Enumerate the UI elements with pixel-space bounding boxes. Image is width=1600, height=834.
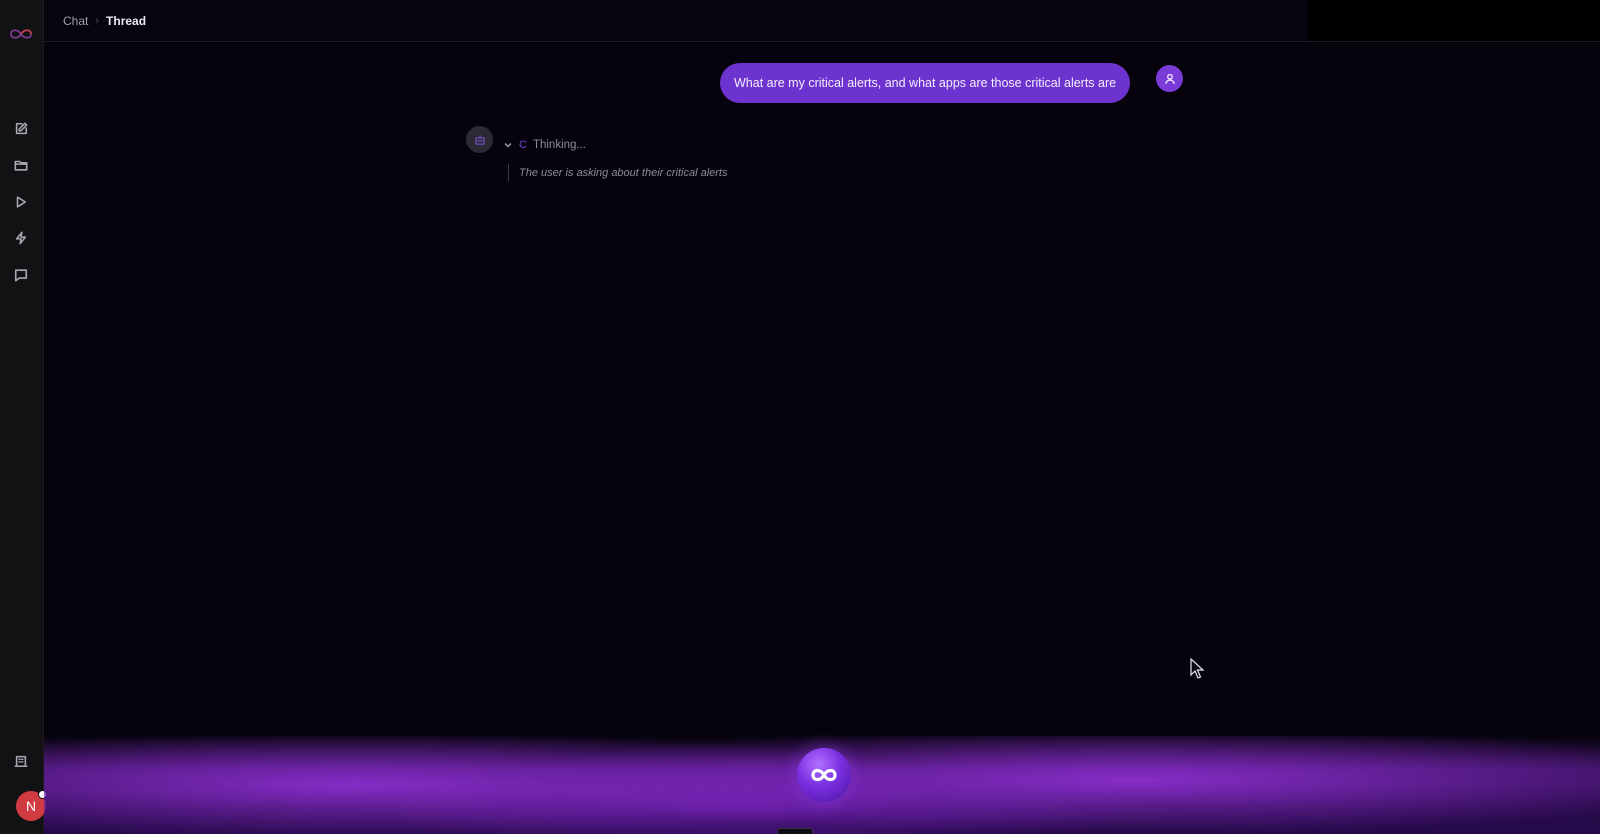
thinking-text: The user is asking about their critical … [519, 166, 728, 179]
chevron-down-icon [504, 142, 512, 148]
infinity-icon [811, 768, 837, 782]
header-corner-panel [1308, 0, 1600, 41]
sidebar: N [0, 0, 47, 834]
thinking-content: The user is asking about their critical … [508, 164, 727, 181]
app-window: N Chat › Thread What are my critical ale… [0, 0, 1600, 834]
user-message-bubble: What are my critical alerts, and what ap… [720, 63, 1131, 103]
play-icon[interactable] [12, 193, 30, 211]
mouse-cursor-icon [1190, 658, 1205, 679]
bottom-panel-handle[interactable] [777, 828, 813, 834]
user-message-text: What are my critical alerts, and what ap… [734, 76, 1117, 90]
message-icon[interactable] [12, 266, 30, 284]
user-avatar-button[interactable]: N [16, 790, 47, 821]
building-icon[interactable] [12, 752, 30, 770]
assistant-orb-button[interactable] [797, 748, 851, 802]
folder-icon[interactable] [12, 156, 30, 174]
breadcrumb: Chat › Thread [63, 14, 146, 28]
infinity-logo-icon[interactable] [7, 26, 35, 42]
loading-spinner-icon: C [519, 139, 527, 151]
user-icon [1156, 65, 1183, 92]
new-chat-icon[interactable] [12, 120, 30, 138]
avatar-initial: N [25, 798, 37, 814]
breadcrumb-chat-link[interactable]: Chat [63, 14, 88, 28]
lightning-icon[interactable] [12, 229, 30, 247]
thinking-label: Thinking... [532, 139, 587, 151]
bot-icon [466, 126, 493, 153]
breadcrumb-separator: › [95, 15, 100, 27]
top-header: Chat › Thread [44, 0, 1600, 42]
breadcrumb-current-page: Thread [106, 14, 147, 28]
thinking-toggle[interactable]: C Thinking... [503, 139, 586, 151]
